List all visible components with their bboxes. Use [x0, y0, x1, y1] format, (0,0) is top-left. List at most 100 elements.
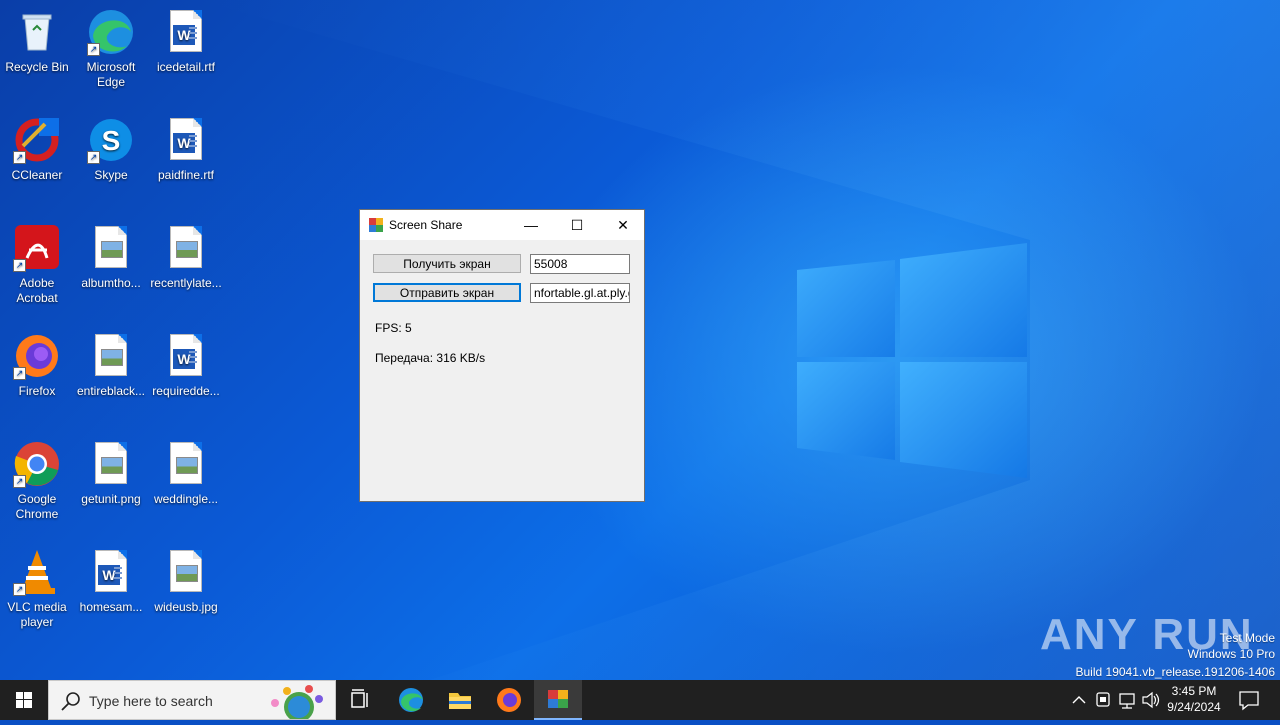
icon-label: requiredde... — [152, 384, 220, 398]
taskbar-screen-share-button[interactable] — [534, 680, 582, 720]
volume-button[interactable] — [1140, 680, 1162, 720]
taskbar-firefox-button[interactable] — [488, 680, 530, 720]
ccleaner-icon[interactable]: ↗ CCleaner — [0, 116, 74, 183]
host-input[interactable]: nfortable.gl.at.ply.gg — [530, 283, 630, 303]
firefox-icon-graphic: ↗ — [13, 332, 61, 380]
windows-logo-icon — [16, 692, 32, 708]
image-file-icon[interactable]: entireblack... — [74, 332, 148, 399]
port-input[interactable]: 55008 — [530, 254, 630, 274]
icon-label: entireblack... — [76, 384, 146, 398]
tray-app-icon[interactable] — [1092, 680, 1114, 720]
icon-label: Firefox — [18, 384, 56, 398]
chrome-icon-graphic: ↗ — [13, 440, 61, 488]
word-document-icon[interactable]: W icedetail.rtf — [149, 8, 223, 75]
word-doc-icon-graphic: W — [162, 8, 210, 56]
image-file-icon[interactable]: albumtho... — [74, 224, 148, 291]
window-title: Screen Share — [389, 218, 463, 232]
icon-label: Recycle Bin — [5, 60, 69, 74]
svg-text:S: S — [102, 125, 121, 156]
word-doc-icon-graphic: W — [87, 548, 135, 596]
shortcut-arrow-icon: ↗ — [13, 259, 26, 272]
icon-label: paidfine.rtf — [157, 168, 215, 182]
icon-label: Skype — [94, 168, 128, 182]
image-file-icon[interactable]: recentlylate... — [149, 224, 223, 291]
send-screen-button[interactable]: Отправить экран — [373, 283, 521, 302]
transfer-rate-label: Передача: 316 KB/s — [375, 351, 486, 365]
taskbar-search-box[interactable]: Type here to search — [48, 680, 336, 720]
device-icon — [1096, 692, 1110, 707]
word-document-icon[interactable]: W paidfine.rtf — [149, 116, 223, 183]
search-placeholder: Type here to search — [89, 693, 213, 709]
screen-share-window[interactable]: Screen Share — ☐ ✕ Получить экран 55008 … — [359, 209, 645, 502]
image-file-icon-graphic — [87, 224, 135, 272]
recycle-bin-icon[interactable]: Recycle Bin — [0, 8, 74, 75]
clock-time: 3:45 PM — [1171, 684, 1217, 698]
window-titlebar[interactable]: Screen Share — ☐ ✕ — [360, 210, 644, 240]
notification-icon — [1239, 691, 1259, 711]
image-file-icon[interactable]: weddingle... — [149, 440, 223, 507]
app-icon — [369, 218, 383, 232]
task-view-icon — [351, 689, 368, 708]
close-button[interactable]: ✕ — [600, 210, 646, 240]
image-file-icon[interactable]: wideusb.jpg — [149, 548, 223, 615]
image-file-icon-graphic — [162, 224, 210, 272]
word-doc-icon-graphic: W — [162, 116, 210, 164]
vlc-icon[interactable]: ↗ VLC media player — [0, 548, 74, 630]
acrobat-icon-graphic: ↗ — [13, 224, 61, 272]
skype-icon-graphic: S ↗ — [87, 116, 135, 164]
desktop[interactable]: Recycle Bin ↗ CCleaner ↗ Adobe Acrobat ↗… — [0, 0, 1280, 680]
icon-label: recentlylate... — [150, 276, 222, 290]
firefox-icon[interactable]: ↗ Firefox — [0, 332, 74, 399]
vlc-icon-graphic: ↗ — [13, 548, 61, 596]
edge-icon — [399, 688, 423, 712]
edition-text: Windows 10 Pro — [1187, 647, 1275, 661]
clock-date: 9/24/2024 — [1167, 700, 1221, 714]
get-screen-button[interactable]: Получить экран — [373, 254, 521, 273]
icon-label: wideusb.jpg — [154, 600, 218, 614]
icon-label: icedetail.rtf — [156, 60, 216, 74]
image-file-icon[interactable]: getunit.png — [74, 440, 148, 507]
search-icon — [61, 692, 80, 711]
firefox-icon — [497, 688, 521, 712]
network-icon — [1119, 693, 1135, 709]
ccleaner-icon-graphic: ↗ — [13, 116, 61, 164]
adobe-acrobat-icon[interactable]: ↗ Adobe Acrobat — [0, 224, 74, 306]
show-hidden-icons-button[interactable] — [1068, 680, 1090, 720]
taskbar-edge-button[interactable] — [390, 680, 432, 720]
shortcut-arrow-icon: ↗ — [13, 151, 26, 164]
minimize-button[interactable]: — — [508, 210, 554, 240]
shortcut-arrow-icon: ↗ — [87, 151, 100, 164]
fps-label: FPS: 5 — [375, 321, 412, 335]
image-file-icon-graphic — [87, 332, 135, 380]
word-doc-icon-graphic: W — [162, 332, 210, 380]
folder-icon — [449, 693, 471, 709]
word-document-icon[interactable]: W homesam... — [74, 548, 148, 615]
clock[interactable]: 3:45 PM 9/24/2024 — [1163, 680, 1225, 720]
task-view-button[interactable] — [340, 680, 380, 720]
maximize-button[interactable]: ☐ — [554, 210, 600, 240]
icon-label: Microsoft Edge — [86, 60, 136, 89]
microsoft-edge-icon[interactable]: ↗ Microsoft Edge — [74, 8, 148, 90]
start-button[interactable] — [0, 680, 48, 720]
skype-icon[interactable]: S ↗ Skype — [74, 116, 148, 183]
word-document-icon[interactable]: W requiredde... — [149, 332, 223, 399]
icon-label: homesam... — [79, 600, 143, 614]
shortcut-arrow-icon: ↗ — [13, 475, 26, 488]
icon-label: Google Chrome — [15, 492, 59, 521]
screen-share-app-icon — [548, 690, 568, 708]
icon-label: albumtho... — [81, 276, 141, 290]
image-file-icon-graphic — [87, 440, 135, 488]
chevron-up-icon — [1072, 696, 1086, 704]
google-chrome-icon[interactable]: ↗ Google Chrome — [0, 440, 74, 522]
icon-label: getunit.png — [81, 492, 141, 506]
icon-label: VLC media player — [7, 600, 67, 629]
speaker-icon — [1142, 691, 1160, 709]
icon-label: Adobe Acrobat — [16, 276, 58, 305]
action-center-button[interactable] — [1234, 680, 1264, 720]
recycle-bin-icon-graphic — [13, 8, 61, 56]
taskbar-file-explorer-button[interactable] — [439, 680, 481, 720]
image-file-icon-graphic — [162, 440, 210, 488]
image-file-icon-graphic — [162, 548, 210, 596]
icon-label: weddingle... — [153, 492, 219, 506]
network-button[interactable] — [1116, 680, 1138, 720]
